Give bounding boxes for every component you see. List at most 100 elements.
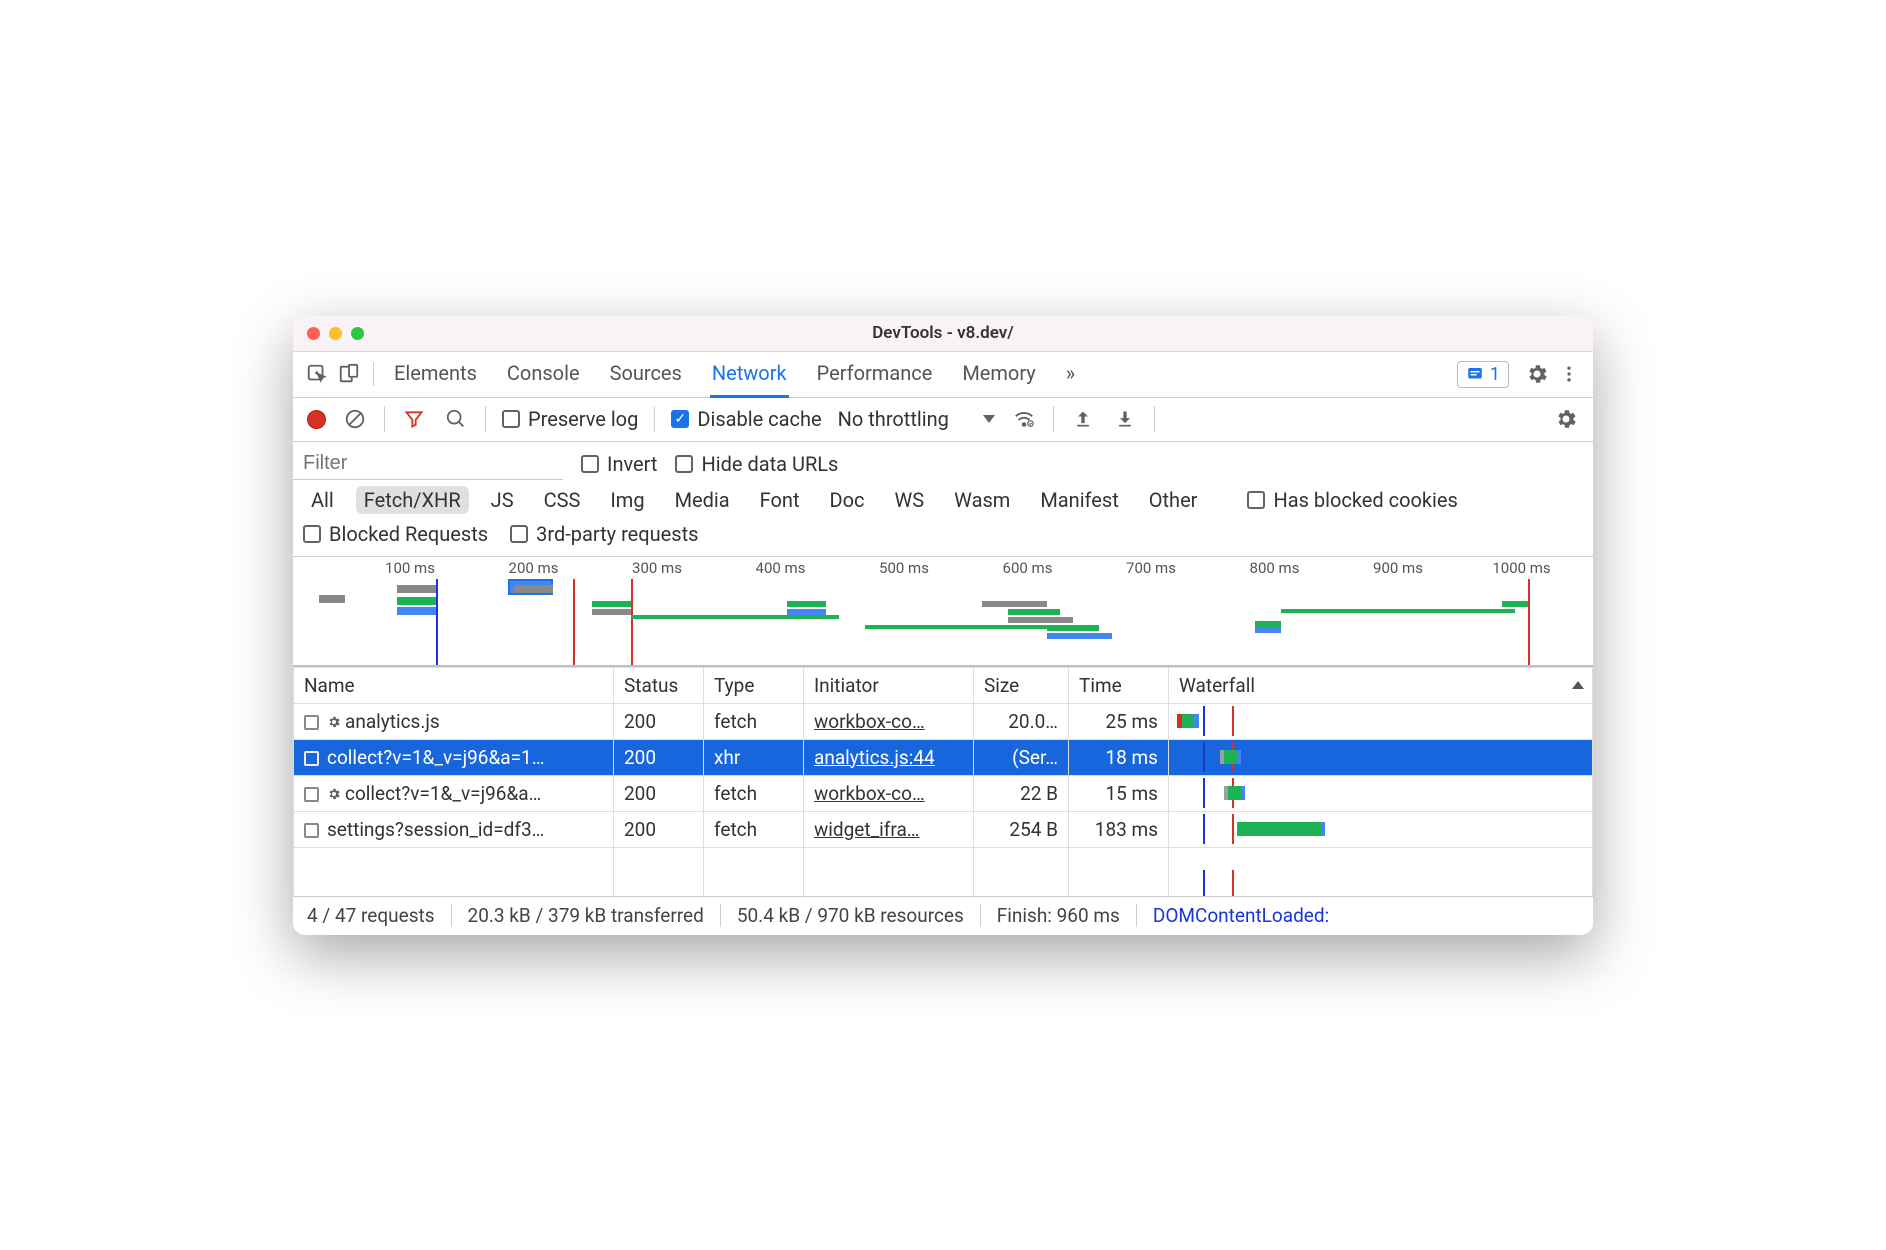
wf-bar <box>1237 822 1322 836</box>
wf-bar <box>1224 750 1237 764</box>
blocked-requests-checkbox[interactable]: Blocked Requests <box>303 522 488 546</box>
kebab-menu-icon[interactable] <box>1555 360 1583 388</box>
issues-count: 1 <box>1490 364 1500 385</box>
wf-dcl-line <box>1203 742 1205 772</box>
tick-label: 200 ms <box>509 559 559 577</box>
col-header-size[interactable]: Size <box>974 667 1069 703</box>
wf-bar-end <box>1321 822 1325 836</box>
type-filter-other[interactable]: Other <box>1141 486 1206 514</box>
network-toolbar: Preserve log ✓ Disable cache No throttli… <box>293 398 1593 442</box>
type-filter-fetch-xhr[interactable]: Fetch/XHR <box>356 486 469 514</box>
col-header-type[interactable]: Type <box>704 667 804 703</box>
cell-status: 200 <box>614 703 704 739</box>
search-icon[interactable] <box>443 406 469 432</box>
col-header-time[interactable]: Time <box>1069 667 1169 703</box>
overview-bar <box>319 595 345 603</box>
tab-network[interactable]: Network <box>710 351 789 398</box>
col-header-waterfall[interactable]: Waterfall <box>1169 667 1593 703</box>
cell-time: 25 ms <box>1069 703 1169 739</box>
row-checkbox[interactable] <box>304 751 319 766</box>
tab-performance[interactable]: Performance <box>815 351 935 398</box>
type-filter-img[interactable]: Img <box>602 486 652 514</box>
hide-data-urls-checkbox[interactable]: Hide data URLs <box>675 452 838 476</box>
window-maximize-button[interactable] <box>351 327 364 340</box>
preserve-log-checkbox[interactable]: Preserve log <box>502 407 638 431</box>
invert-checkbox[interactable]: Invert <box>581 452 657 476</box>
cell-size: 254 B <box>974 811 1069 847</box>
window-close-button[interactable] <box>307 327 320 340</box>
row-checkbox[interactable] <box>304 715 319 730</box>
tab-memory[interactable]: Memory <box>960 351 1037 398</box>
status-finish: Finish: 960 ms <box>980 904 1136 927</box>
filter-funnel-icon[interactable] <box>401 406 427 432</box>
type-filter-manifest[interactable]: Manifest <box>1032 486 1126 514</box>
type-filter-wasm[interactable]: Wasm <box>946 486 1018 514</box>
tab-console[interactable]: Console <box>505 351 582 398</box>
table-row[interactable]: collect?v=1&_v=j96&a…200fetchworkbox-co…… <box>294 775 1593 811</box>
disable-cache-checkbox[interactable]: ✓ Disable cache <box>671 407 821 431</box>
overview-bar <box>982 601 1047 607</box>
tab-sources[interactable]: Sources <box>608 351 684 398</box>
overview-bar <box>592 601 631 607</box>
upload-har-icon[interactable] <box>1070 406 1096 432</box>
device-toggle-icon[interactable] <box>335 360 363 388</box>
table-row[interactable]: settings?session_id=df3…200fetchwidget_i… <box>294 811 1593 847</box>
tab-more[interactable]: » <box>1064 351 1077 398</box>
window-minimize-button[interactable] <box>329 327 342 340</box>
divider <box>373 362 374 386</box>
load-marker <box>573 579 575 665</box>
settings-gear-icon[interactable] <box>1523 360 1551 388</box>
network-conditions-icon[interactable] <box>1011 406 1037 432</box>
col-header-waterfall-label: Waterfall <box>1179 674 1255 697</box>
tab-elements[interactable]: Elements <box>392 351 479 398</box>
timeline-overview[interactable]: 100 ms 200 ms 300 ms 400 ms 500 ms 600 m… <box>293 557 1593 667</box>
status-bar: 4 / 47 requests 20.3 kB / 379 kB transfe… <box>293 897 1593 935</box>
disable-cache-label: Disable cache <box>697 407 821 431</box>
type-filter-ws[interactable]: WS <box>887 486 933 514</box>
wf-bar <box>1182 714 1195 728</box>
main-tabbar: Elements Console Sources Network Perform… <box>293 352 1593 398</box>
type-filter-js[interactable]: JS <box>483 486 522 514</box>
cell-name: collect?v=1&_v=j96&a… <box>294 775 614 811</box>
overview-bar <box>787 601 826 607</box>
initiator-link[interactable]: analytics.js:44 <box>814 746 935 769</box>
overview-bar <box>397 597 436 605</box>
table-row[interactable]: analytics.js200fetchworkbox-co…20.0…25 m… <box>294 703 1593 739</box>
issues-badge[interactable]: 1 <box>1457 361 1509 388</box>
divider <box>485 406 486 432</box>
col-header-initiator[interactable]: Initiator <box>804 667 974 703</box>
table-row[interactable]: collect?v=1&_v=j96&a=1…200xhranalytics.j… <box>294 739 1593 775</box>
type-filter-css[interactable]: CSS <box>536 486 589 514</box>
third-party-checkbox[interactable]: 3rd-party requests <box>510 522 698 546</box>
record-button[interactable] <box>307 410 326 429</box>
initiator-link[interactable]: workbox-co… <box>814 782 925 805</box>
filter-input[interactable] <box>293 448 563 480</box>
type-filter-media[interactable]: Media <box>667 486 738 514</box>
marker <box>1528 579 1530 665</box>
type-filter-doc[interactable]: Doc <box>822 486 873 514</box>
download-har-icon[interactable] <box>1112 406 1138 432</box>
type-filter-font[interactable]: Font <box>752 486 808 514</box>
cell-type: fetch <box>704 703 804 739</box>
titlebar: DevTools - v8.dev/ <box>293 316 1593 352</box>
throttling-select[interactable]: No throttling <box>838 407 995 431</box>
cell-size: 22 B <box>974 775 1069 811</box>
tick-label: 400 ms <box>756 559 806 577</box>
col-header-status[interactable]: Status <box>614 667 704 703</box>
clear-icon[interactable] <box>342 406 368 432</box>
divider <box>654 406 655 432</box>
panel-settings-gear-icon[interactable] <box>1553 406 1579 432</box>
type-filter-all[interactable]: All <box>303 486 342 514</box>
cell-time: 183 ms <box>1069 811 1169 847</box>
row-checkbox[interactable] <box>304 787 319 802</box>
initiator-link[interactable]: widget_ifra… <box>814 818 919 841</box>
initiator-link[interactable]: workbox-co… <box>814 710 925 733</box>
overview-bar <box>787 609 826 615</box>
col-header-name[interactable]: Name <box>294 667 614 703</box>
has-blocked-cookies-checkbox[interactable]: Has blocked cookies <box>1247 488 1457 512</box>
overview-bar <box>1281 609 1515 613</box>
inspect-icon[interactable] <box>303 360 331 388</box>
table-row-empty <box>294 847 1593 897</box>
request-name: collect?v=1&_v=j96&a… <box>345 782 541 805</box>
row-checkbox[interactable] <box>304 823 319 838</box>
